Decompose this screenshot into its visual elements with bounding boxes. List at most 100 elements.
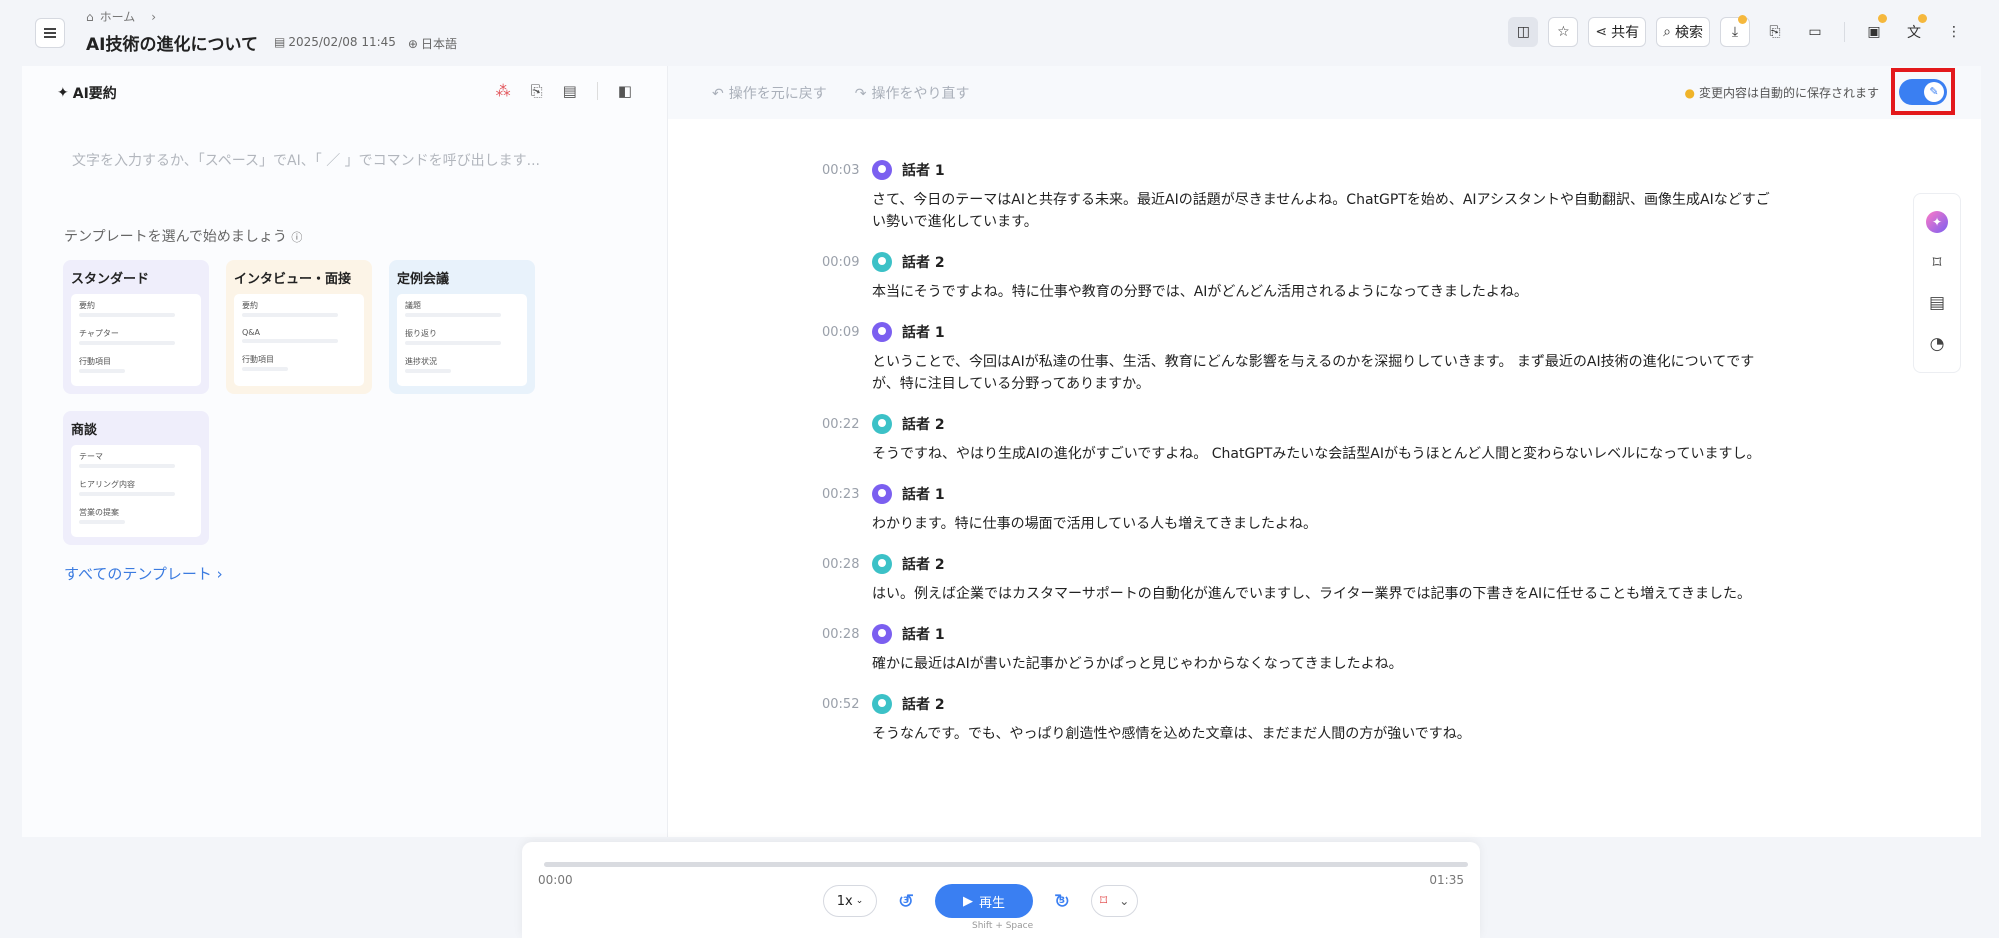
segment-text[interactable]: 本当にそうですよね。特に仕事や教育の分野では、AIがどんどん活用されるようになっ… — [872, 281, 1772, 303]
speaker-avatar — [872, 554, 892, 574]
edit-mode-toggle[interactable]: ✎ — [1899, 78, 1947, 105]
segment-text[interactable]: そうなんです。でも、やっぱり創造性や感情を込めた文章は、まだまだ人間の方が強いで… — [872, 723, 1772, 745]
star-icon: ☆ — [1557, 24, 1570, 40]
note-icon[interactable]: ▤ — [563, 82, 577, 100]
undo-button[interactable]: ↶ 操作を元に戻す — [712, 83, 827, 103]
speaker-avatar — [872, 624, 892, 644]
speed-select[interactable]: 1x ⌄ — [823, 885, 877, 917]
transcript-list: 00:03 話者 1 さて、今日のテーマはAIと共存する未来。最近AIの話題が尽き… — [822, 159, 1770, 763]
segment-text[interactable]: はい。例えば企業ではカスタマーサポートの自動化が進んでいますし、ライター業界では… — [872, 583, 1772, 605]
speaker-avatar — [872, 414, 892, 434]
speaker-name[interactable]: 話者 1 — [902, 484, 945, 504]
ai-assistant-icon[interactable]: ✦ — [1926, 211, 1948, 234]
audio-player: 00:00 01:35 1x ⌄ ↺ 3 ▶ 再生 ↻ 3 ⌑ ⌄ Shift + Spa… — [522, 842, 1480, 938]
chevron-right-icon: › — [151, 9, 157, 24]
chevron-down-icon[interactable]: ⌄ — [1119, 894, 1129, 908]
play-shortcut-hint: Shift + Space — [972, 921, 1034, 931]
breadcrumb-home[interactable]: ホーム — [100, 8, 136, 25]
ai-summary-header: ✦ AI要約 ⁂ ⎘ ▤ ◧ — [22, 66, 667, 119]
speaker-name[interactable]: 話者 2 — [902, 414, 945, 434]
pie-chart-icon[interactable]: ◔ — [1926, 333, 1948, 355]
speaker-name[interactable]: 話者 2 — [902, 554, 945, 574]
segment-time[interactable]: 00:23 — [822, 487, 872, 502]
save-button[interactable]: ▣ — [1859, 14, 1889, 47]
badge-dot — [1878, 14, 1887, 23]
segment-time[interactable]: 00:28 — [822, 557, 872, 572]
editor-toolbar: ↶ 操作を元に戻す ↷ 操作をやり直す ● 変更内容は自動的に保存されます ✎ — [668, 66, 1981, 119]
translate-button[interactable]: 文 — [1899, 14, 1929, 47]
template-prompt: テンプレートを選んで始めましょう ⓘ — [64, 229, 303, 245]
current-time: 00:00 — [538, 873, 573, 887]
speaker-name[interactable]: 話者 1 — [902, 322, 945, 342]
copy-icon[interactable]: ⎘ — [531, 82, 543, 100]
download-button[interactable]: ⤓ — [1720, 15, 1750, 47]
redo-button[interactable]: ↷ 操作をやり直す — [855, 83, 970, 103]
template-card-sales[interactable]: 商談 テーマ ヒアリング内容 営業の提案 — [63, 411, 209, 545]
segment-time[interactable]: 00:09 — [822, 255, 872, 270]
speaker-name[interactable]: 話者 2 — [902, 694, 945, 714]
skip-forward-button[interactable]: ↻ 3 — [1047, 886, 1077, 916]
doc-meta: ▤ 2025/02/08 11:45 ⊕ 日本語 — [274, 35, 457, 52]
badge-dot — [1738, 15, 1747, 24]
download-icon: ⤓ — [1731, 24, 1739, 40]
template-card-interview[interactable]: インタビュー・面接 要約 Q&A 行動項目 — [226, 260, 372, 394]
speaker-avatar — [872, 160, 892, 180]
sparkle-icon: ✦ — [57, 84, 69, 101]
player-controls: 1x ⌄ ↺ 3 ▶ 再生 ↻ 3 ⌑ ⌄ — [823, 884, 1139, 918]
translate-icon: 文 — [1907, 25, 1921, 41]
template-card-standard[interactable]: スタンダード 要約 チャプター 行動項目 — [63, 260, 209, 394]
play-button[interactable]: ▶ 再生 — [935, 884, 1033, 918]
transcript-segment[interactable]: 00:22 話者 2 そうですね、やはり生成AIの進化がすごいですよね。 Chat… — [822, 413, 1760, 465]
segment-text[interactable]: ということで、今回はAIが私達の仕事、生活、教育にどんな影響を与えるのかを深掘り… — [872, 351, 1772, 395]
comment-icon[interactable]: ▤ — [1926, 292, 1948, 314]
all-templates-link[interactable]: すべてのテンプレート › — [64, 563, 223, 584]
transcript-panel: ↶ 操作を元に戻す ↷ 操作をやり直す ● 変更内容は自動的に保存されます ✎ 00:… — [668, 66, 1981, 837]
summary-editor-input[interactable]: 文字を入力するか、「スペース」でAI、「 ／ 」でコマンドを呼び出します... — [72, 150, 667, 170]
breadcrumb: ⌂ ホーム › — [86, 8, 156, 25]
segment-text[interactable]: 確かに最近はAIが書いた記事かどうかぱっと見じゃわからなくなってきましたよね。 — [872, 653, 1772, 675]
transcript-segment[interactable]: 00:28 話者 2 はい。例えば企業ではカスタマーサポートの自動化が進んでいます… — [822, 553, 1751, 605]
hamburger-icon — [44, 28, 56, 38]
segment-time[interactable]: 00:52 — [822, 697, 872, 712]
segment-time[interactable]: 00:28 — [822, 627, 872, 642]
collapse-panel-icon[interactable]: ◧ — [618, 82, 632, 100]
speaker-name[interactable]: 話者 2 — [902, 252, 945, 272]
segment-time[interactable]: 00:09 — [822, 325, 872, 340]
bookmark-icon[interactable]: ⌑ — [1926, 252, 1948, 274]
speaker-name[interactable]: 話者 1 — [902, 624, 945, 644]
segment-time[interactable]: 00:03 — [822, 163, 872, 178]
transcript-segment[interactable]: 00:28 話者 1 確かに最近はAIが書いた記事かどうかぱっと見じゃわからなくな… — [822, 623, 1722, 675]
segment-time[interactable]: 00:22 — [822, 417, 872, 432]
progress-track[interactable] — [544, 862, 1468, 867]
folder-icon: ▭ — [1808, 24, 1822, 40]
template-card-regular-meeting[interactable]: 定例会議 議題 振り返り 進捗状況 — [389, 260, 535, 394]
page-title[interactable]: AI技術の進化について — [86, 30, 258, 55]
play-icon: ▶ — [962, 893, 973, 909]
doc-language[interactable]: 日本語 — [421, 37, 457, 51]
segment-text[interactable]: さて、今日のテーマはAIと共存する未来。最近AIの話題が尽きませんよね。Chat… — [872, 189, 1772, 233]
more-button[interactable]: ⋮ — [1939, 17, 1969, 47]
segment-text[interactable]: そうですね、やはり生成AIの進化がすごいですよね。 ChatGPTみたいな会話型… — [872, 443, 1772, 465]
segment-text[interactable]: わかります。特に仕事の場面で活用している人も増えてきましたよね。 — [872, 513, 1772, 535]
layout-toggle-button[interactable]: ◫ — [1508, 17, 1539, 47]
menu-button[interactable] — [35, 18, 65, 48]
mindmap-icon[interactable]: ⁂ — [496, 82, 511, 100]
folder-button[interactable]: ▭ — [1800, 17, 1830, 47]
search-icon: ⌕ — [1663, 24, 1671, 40]
bookmark-button[interactable]: ⌑ ⌄ — [1091, 885, 1139, 917]
transcript-segment[interactable]: 00:09 話者 2 本当にそうですよね。特に仕事や教育の分野では、AIがどんどん… — [822, 251, 1722, 303]
export-button[interactable]: ⎘ — [1760, 17, 1790, 47]
share-button[interactable]: ⋖ 共有 — [1588, 17, 1647, 47]
transcript-segment[interactable]: 00:52 話者 2 そうなんです。でも、やっぱり創造性や感情を込めた文章は、まだ… — [822, 693, 1722, 745]
skip-back-button[interactable]: ↺ 3 — [891, 886, 921, 916]
header-toolbar: ◫ ☆ ⋖ 共有 ⌕ 検索 ⤓ ⎘ ▭ ▣ 文 ⋮ — [1508, 14, 1969, 48]
transcript-segment[interactable]: 00:23 話者 1 わかります。特に仕事の場面で活用している人も増えてきましたよ… — [822, 483, 1722, 535]
search-button[interactable]: ⌕ 検索 — [1656, 17, 1710, 47]
info-icon[interactable]: ⓘ — [291, 231, 302, 244]
transcript-segment[interactable]: 00:09 話者 1 ということで、今回はAIが私達の仕事、生活、教育にどんな影響… — [822, 321, 1754, 395]
pencil-icon: ✎ — [1924, 81, 1944, 102]
favorite-button[interactable]: ☆ — [1548, 17, 1579, 47]
speaker-name[interactable]: 話者 1 — [902, 160, 945, 180]
ai-summary-panel: ✦ AI要約 ⁂ ⎘ ▤ ◧ 文字を入力するか、「スペース」でAI、「 ／ 」で… — [22, 66, 668, 837]
transcript-segment[interactable]: 00:03 話者 1 さて、今日のテーマはAIと共存する未来。最近AIの話題が尽き… — [822, 159, 1770, 233]
